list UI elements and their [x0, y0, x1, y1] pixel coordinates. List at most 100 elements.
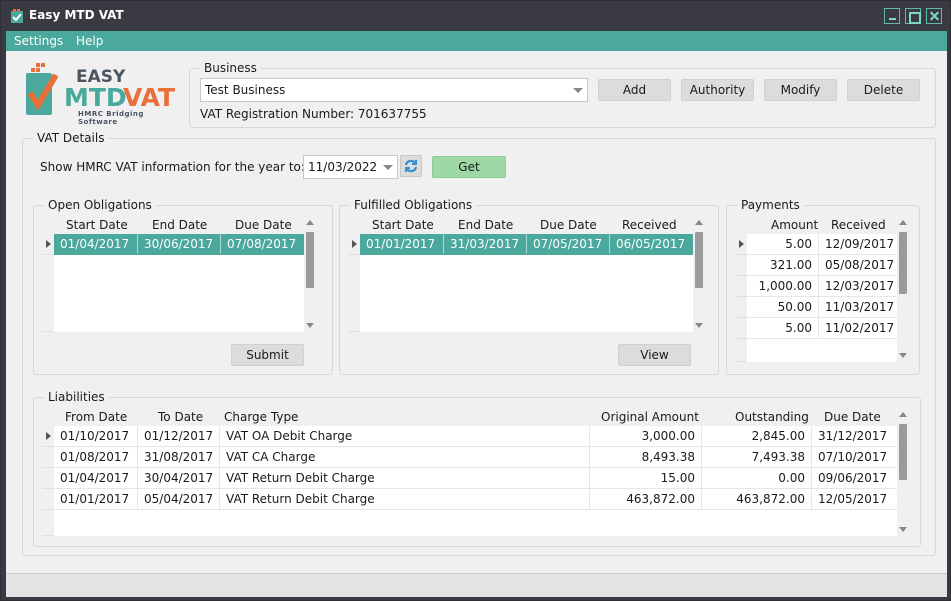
column-header-from-date[interactable]: From Date [65, 408, 127, 426]
app-icon [11, 9, 23, 23]
column-header-to-date[interactable]: To Date [158, 408, 203, 426]
vertical-scrollbar[interactable] [304, 216, 316, 332]
scroll-thumb[interactable] [899, 424, 907, 480]
table-row[interactable]: 01/08/2017 31/08/2017 VAT CA Charge 8,493.3… [54, 447, 897, 468]
scroll-up-icon[interactable] [695, 220, 703, 225]
cell-due-date: 07/05/2017 [527, 234, 610, 254]
table-row[interactable]: 50.00 11/03/2017 [747, 297, 897, 318]
scroll-down-icon[interactable] [899, 527, 907, 532]
cell-due-date: 07/08/2017 [227, 237, 297, 251]
modify-button[interactable]: Modify [764, 79, 837, 101]
cell-to-date: 31/08/2017 [138, 447, 220, 467]
cell-received: 05/08/2017 [825, 258, 895, 272]
cell-to-date: 01/12/2017 [138, 426, 220, 446]
cell-from-date: 01/01/2017 [54, 489, 138, 509]
table-row[interactable]: 321.00 05/08/2017 [747, 255, 897, 276]
column-header-received[interactable]: Received [831, 216, 886, 234]
cell-due-date: 31/12/2017 [818, 429, 888, 443]
scroll-down-icon[interactable] [899, 353, 907, 358]
table-row[interactable]: 01/01/2017 05/04/2017 VAT Return Debit Cha… [54, 489, 897, 510]
year-date-value: 11/03/2022 [308, 160, 378, 174]
liabilities-label: Liabilities [44, 390, 109, 404]
column-header-start-date[interactable]: Start Date [66, 216, 128, 234]
column-header-outstanding[interactable]: Outstanding [735, 408, 809, 426]
year-date-picker[interactable]: 11/03/2022 [303, 155, 398, 179]
table-row[interactable]: 01/01/2017 31/03/2017 07/05/2017 06/05/2… [360, 234, 693, 255]
table-row[interactable]: 01/04/2017 30/06/2017 07/08/2017 [54, 234, 304, 255]
get-button[interactable]: Get [432, 156, 506, 178]
payments-label: Payments [737, 198, 804, 212]
logo-subtitle: HMRC Bridging Software [78, 110, 144, 126]
table-row[interactable]: 1,000.00 12/03/2017 [747, 276, 897, 297]
table-row[interactable]: 5.00 11/02/2017 [747, 318, 897, 339]
row-indicator [42, 489, 54, 510]
cell-start-date: 01/01/2017 [360, 234, 444, 254]
scroll-thumb[interactable] [695, 232, 703, 288]
menu-settings[interactable]: Settings [14, 34, 63, 48]
cell-end-date: 31/03/2017 [444, 234, 527, 254]
fulfilled-obligations-group: Fulfilled Obligations Start Date End Dat… [339, 198, 719, 375]
cell-to-date: 05/04/2017 [138, 489, 220, 509]
minimize-button[interactable] [884, 8, 900, 24]
scroll-thumb[interactable] [306, 232, 314, 288]
vertical-scrollbar[interactable] [693, 216, 705, 332]
row-indicator [735, 234, 747, 255]
cell-original-amount: 3,000.00 [590, 426, 702, 446]
vat-details-group: VAT Details Show HMRC VAT information fo… [22, 131, 936, 556]
title-bar[interactable]: Easy MTD VAT [1, 1, 950, 31]
liabilities-group: Liabilities From Date To Date Charge Typ… [33, 390, 921, 547]
submit-button[interactable]: Submit [231, 344, 304, 366]
row-indicator-empty [735, 339, 747, 362]
vertical-scrollbar[interactable] [897, 216, 909, 362]
table-row[interactable]: 5.00 12/09/2017 [747, 234, 897, 255]
column-header-due-date[interactable]: Due Date [540, 216, 597, 234]
business-select-value: Test Business [205, 83, 286, 97]
column-header-start-date[interactable]: Start Date [372, 216, 434, 234]
vat-registration-number: VAT Registration Number: 701637755 [200, 107, 427, 121]
authority-button[interactable]: Authority [681, 79, 754, 101]
vertical-scrollbar[interactable] [897, 408, 909, 536]
scroll-down-icon[interactable] [306, 323, 314, 328]
table-row[interactable]: 01/10/2017 01/12/2017 VAT OA Debit Charge 3… [54, 426, 897, 447]
row-indicator [348, 234, 360, 255]
close-button[interactable] [926, 8, 942, 24]
scroll-down-icon[interactable] [695, 323, 703, 328]
add-button[interactable]: Add [598, 79, 671, 101]
cell-received: 06/05/2017 [616, 237, 686, 251]
scroll-up-icon[interactable] [306, 220, 314, 225]
cell-amount: 1,000.00 [747, 276, 819, 296]
row-indicator-empty [42, 510, 54, 536]
column-header-received[interactable]: Received [622, 216, 677, 234]
cell-charge-type: VAT Return Debit Charge [220, 468, 590, 488]
logo-text-mtd: MTD [64, 83, 127, 112]
column-header-due-date[interactable]: Due Date [824, 408, 881, 426]
vat-details-group-label: VAT Details [33, 131, 109, 145]
column-header-end-date[interactable]: End Date [458, 216, 513, 234]
current-row-icon [46, 432, 51, 440]
cell-amount: 50.00 [747, 297, 819, 317]
chevron-down-icon[interactable] [383, 165, 393, 170]
scroll-thumb[interactable] [899, 232, 907, 294]
scroll-up-icon[interactable] [899, 412, 907, 417]
cell-to-date: 30/04/2017 [138, 468, 220, 488]
column-header-original-amount[interactable]: Original Amount [601, 408, 699, 426]
column-header-due-date[interactable]: Due Date [235, 216, 292, 234]
refresh-button[interactable] [400, 155, 422, 177]
cell-received: 11/03/2017 [825, 300, 895, 314]
table-row[interactable]: 01/04/2017 30/04/2017 VAT Return Debit Cha… [54, 468, 897, 489]
business-select[interactable]: Test Business [200, 78, 588, 102]
column-header-charge-type[interactable]: Charge Type [224, 408, 298, 426]
menu-help[interactable]: Help [76, 34, 103, 48]
row-indicator [42, 234, 54, 255]
cell-received: 11/02/2017 [825, 321, 895, 335]
delete-button[interactable]: Delete [847, 79, 920, 101]
chevron-down-icon[interactable] [573, 88, 583, 93]
scroll-up-icon[interactable] [899, 220, 907, 225]
column-header-amount[interactable]: Amount [771, 216, 818, 234]
app-window: Easy MTD VAT Settings Help EASY MTD VAT … [0, 0, 951, 601]
view-button[interactable]: View [618, 344, 691, 366]
maximize-button[interactable] [905, 8, 921, 24]
liabilities-grid: From Date To Date Charge Type Original A… [42, 408, 909, 536]
column-header-end-date[interactable]: End Date [152, 216, 207, 234]
status-bar [6, 573, 947, 597]
